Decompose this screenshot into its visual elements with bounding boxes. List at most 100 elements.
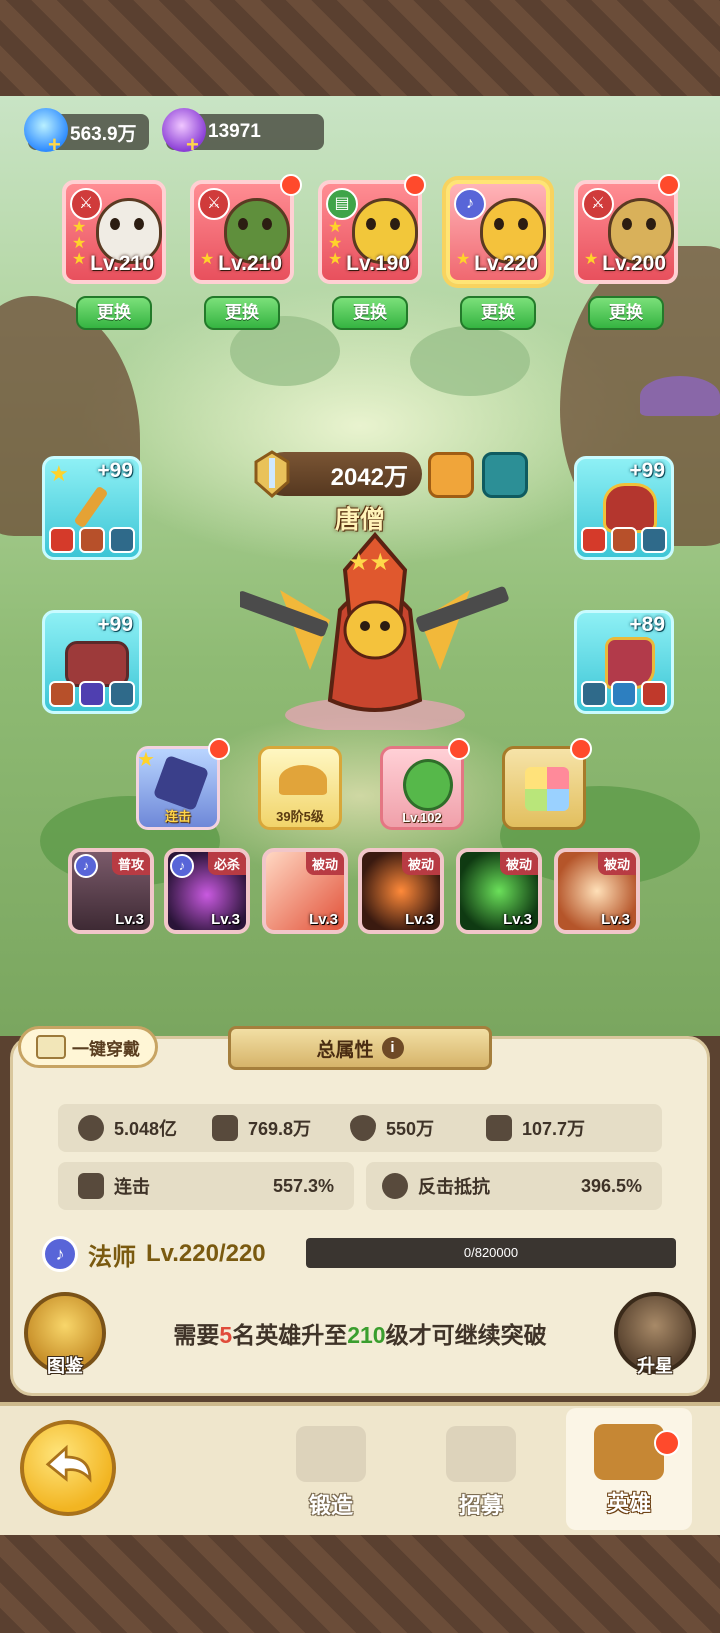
sword-icon: ⚔	[198, 188, 230, 220]
pet-level: Lv.102	[402, 810, 442, 825]
main-hero-sprite: ★★	[240, 531, 509, 730]
equip-boots-slot[interactable]: +89	[574, 610, 674, 714]
counter-resist-value: 396.5%	[580, 1175, 642, 1196]
equip-all-label: 一键穿戴	[72, 1039, 140, 1059]
skill-passive-1[interactable]: 被动 Lv.3	[262, 848, 348, 934]
add-gems-icon[interactable]: +	[186, 132, 199, 158]
skill-level: Lv.3	[503, 911, 532, 928]
magic-staff-icon: ♪	[74, 854, 98, 878]
magic-staff-icon: ♪	[454, 188, 486, 220]
pet-slot[interactable]: Lv.102	[380, 746, 464, 830]
combo-label: 连击	[164, 809, 191, 824]
equip-weapon-slot[interactable]: ★ +99	[42, 456, 142, 560]
skill-level: Lv.3	[309, 911, 338, 928]
skill-type-tag: 被动	[305, 852, 344, 875]
total-attributes-header[interactable]: 总属性 i	[228, 1026, 492, 1070]
gem-amount: 13971	[208, 121, 261, 142]
defense-value: 550万	[386, 1119, 435, 1139]
wind-gem-icon	[109, 681, 135, 707]
skill-passive-3[interactable]: 被动 Lv.3	[456, 848, 542, 934]
skill-type-tag: 被动	[401, 852, 440, 875]
speed-value: 107.7万	[522, 1119, 586, 1139]
hero-level: Lv.220	[474, 252, 538, 275]
skill-passive-2[interactable]: 被动 Lv.3	[358, 848, 444, 934]
swap-hero-1-button[interactable]: 更换	[76, 296, 152, 330]
skill-type-tag: 被动	[499, 852, 538, 875]
team-hero-5[interactable]: ⚔ ★ Lv.200	[574, 180, 678, 284]
equip-helmet-slot[interactable]: +99	[574, 456, 674, 560]
hero-level: Lv.200	[602, 252, 666, 275]
cube-slot[interactable]	[502, 746, 586, 830]
xp-progress-bar: 0/820000	[306, 1238, 676, 1268]
total-attributes-title: 总属性	[316, 1039, 374, 1061]
fire-gem-icon	[581, 527, 607, 553]
equip-armor-slot[interactable]: +99	[42, 610, 142, 714]
swap-hero-5-button[interactable]: 更换	[588, 296, 664, 330]
swap-hero-4-button[interactable]: 更换	[460, 296, 536, 330]
skill-type-tag: 普攻	[111, 852, 150, 875]
anvil-icon	[296, 1426, 366, 1482]
energy-currency[interactable]: + 563.9万	[24, 108, 149, 157]
wind-gem-icon	[641, 527, 667, 553]
notification-dot	[404, 174, 426, 196]
shield-icon	[350, 1115, 376, 1141]
skill-level: Lv.3	[211, 911, 240, 928]
notification-dot	[654, 1430, 680, 1456]
back-button[interactable]	[20, 1420, 116, 1516]
hero-level: Lv.190	[346, 252, 410, 275]
add-energy-icon[interactable]: +	[48, 132, 61, 158]
compass-button[interactable]	[482, 452, 528, 498]
lightning-gem-icon	[641, 681, 667, 707]
nav-heroes[interactable]: 英雄	[566, 1408, 692, 1530]
nav-recruit[interactable]: 招募	[426, 1426, 536, 1526]
notification-dot	[208, 738, 230, 760]
shirt-icon	[36, 1035, 66, 1059]
top-frame	[0, 0, 720, 96]
swap-hero-3-button[interactable]: 更换	[332, 296, 408, 330]
class-level-row: ♪ 法师 Lv.220/220	[42, 1236, 266, 1272]
skill-basic-attack[interactable]: ♪ 普攻 Lv.3	[68, 848, 154, 934]
book-icon: ▤	[326, 188, 358, 220]
helmet-icon	[603, 483, 657, 533]
team-hero-4-selected[interactable]: ♪ ★ Lv.220	[446, 180, 550, 284]
costume-button[interactable]	[428, 452, 474, 498]
ice-gem-icon	[611, 681, 637, 707]
combo-value: 557.3%	[272, 1175, 334, 1196]
team-hero-3[interactable]: ▤ ★ ★ ★ Lv.190	[318, 180, 422, 284]
nav-heroes-label: 英雄	[606, 1491, 651, 1516]
skill-type-tag: 被动	[597, 852, 636, 875]
attack-icon	[212, 1115, 238, 1141]
star-icon: ★	[49, 461, 69, 486]
boot-speed-icon	[486, 1115, 512, 1141]
nav-forge[interactable]: 锻造	[276, 1426, 386, 1526]
skill-ultimate[interactable]: ♪ 必杀 Lv.3	[164, 848, 250, 934]
wings-level: 39阶5级	[276, 809, 324, 824]
wings-icon	[279, 765, 327, 795]
team-hero-2[interactable]: ⚔ ★ Lv.210	[190, 180, 294, 284]
skill-level: Lv.3	[405, 911, 434, 928]
pet-icon	[403, 759, 453, 811]
fire-gem-icon	[49, 527, 75, 553]
combo-skill-slot[interactable]: ★ 连击	[136, 746, 220, 830]
staff-icon	[73, 485, 109, 529]
team-hero-1[interactable]: ⚔ ★ ★ ★ Lv.210	[62, 180, 166, 284]
counter-resist-label: 反击抵抗	[418, 1177, 490, 1197]
fire-gem-icon	[49, 681, 75, 707]
gem-currency[interactable]: + 13971	[162, 108, 324, 157]
counter-resist-icon	[382, 1173, 408, 1199]
swap-hero-2-button[interactable]: 更换	[204, 296, 280, 330]
info-icon[interactable]: i	[381, 1037, 404, 1059]
breakthrough-requirement: 需要5名英雄升至210级才可继续突破	[140, 1316, 580, 1350]
blue-flame-icon	[24, 108, 68, 152]
codex-label: 图鉴	[47, 1356, 83, 1376]
sword-icon: ⚔	[70, 188, 102, 220]
required-hero-count: 5	[219, 1322, 233, 1348]
hp-value: 5.048亿	[114, 1119, 178, 1139]
equip-all-button[interactable]: 一键穿戴	[18, 1026, 158, 1068]
bottom-frame	[0, 1535, 720, 1633]
stat-row-main: 5.048亿 769.8万 550万 107.7万	[58, 1104, 662, 1152]
fire-gem-icon	[79, 527, 105, 553]
wings-slot[interactable]: 39阶5级	[258, 746, 342, 830]
class-name: 法师	[88, 1243, 136, 1271]
skill-passive-4[interactable]: 被动 Lv.3	[554, 848, 640, 934]
